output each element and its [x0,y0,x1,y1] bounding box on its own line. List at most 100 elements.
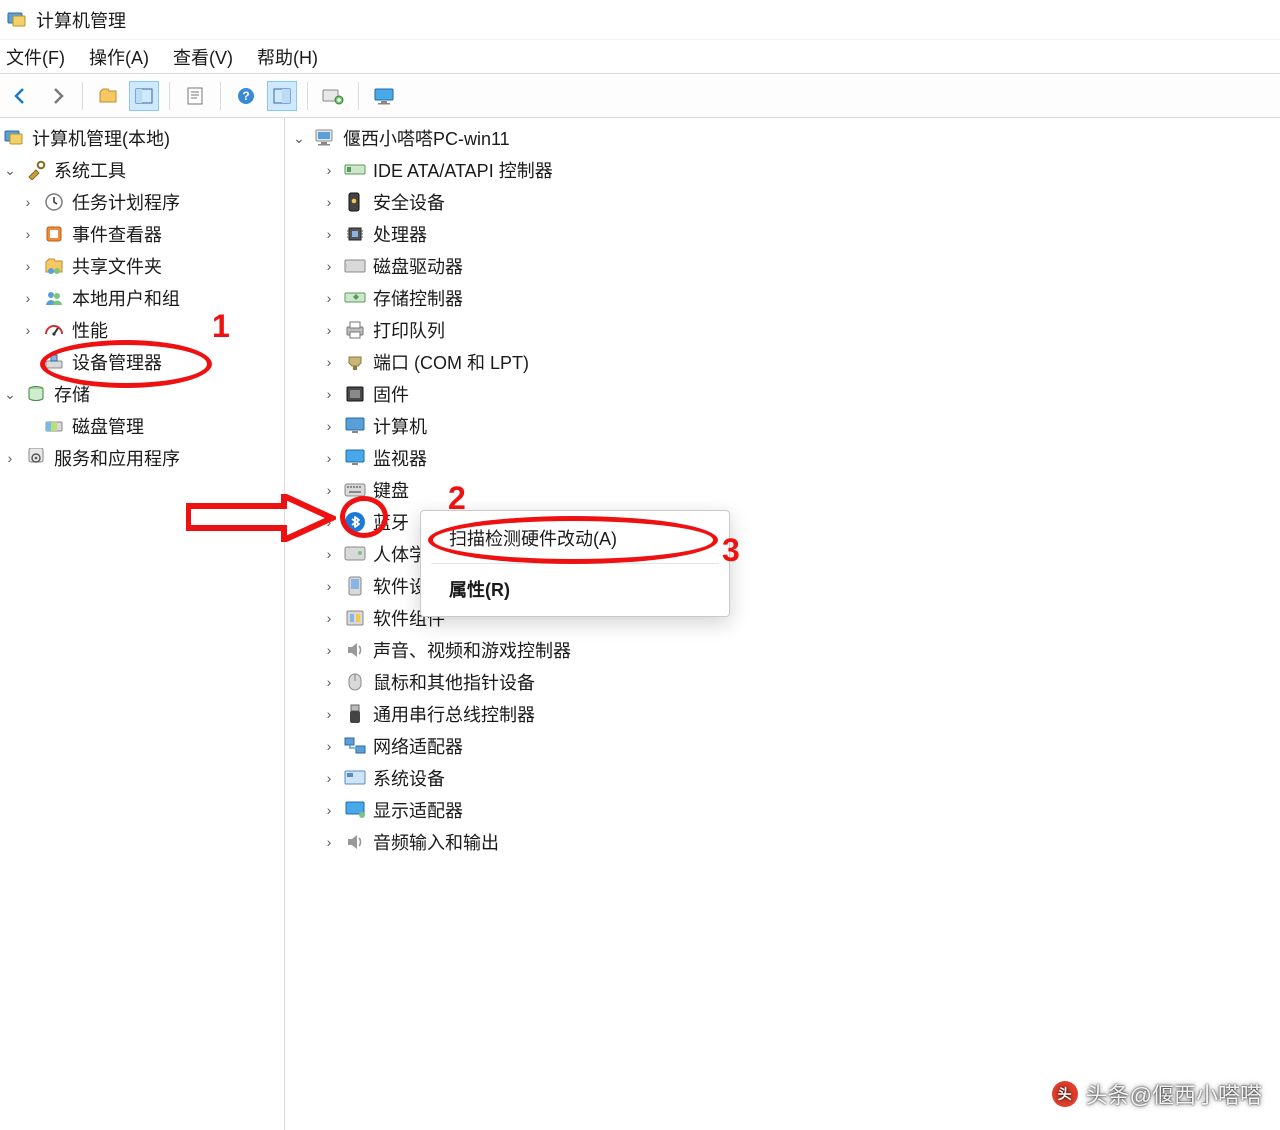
device-monitors[interactable]: › 监视器 [285,442,1280,474]
monitor-icon [343,446,367,470]
tree-performance[interactable]: › 性能 [0,314,284,346]
device-system-devices[interactable]: › 系统设备 [285,762,1280,794]
mouse-icon [343,670,367,694]
security-device-icon [343,190,367,214]
ctx-scan-hardware[interactable]: 扫描检测硬件改动(A) [421,517,729,559]
toolbar-sep-4 [307,82,308,110]
chevron-right-icon: › [321,770,337,786]
chevron-right-icon: › [321,386,337,402]
toolbar-forward[interactable] [42,81,72,111]
device-root[interactable]: ⌄ 偃西小嗒嗒PC-win11 [285,122,1280,154]
tree-task-scheduler[interactable]: › 任务计划程序 [0,186,284,218]
tree-shared-folders[interactable]: › 共享文件夹 [0,250,284,282]
chevron-right-icon: › [321,834,337,850]
device-display-adapters[interactable]: › 显示适配器 [285,794,1280,826]
services-icon [24,446,48,470]
cpu-icon [343,222,367,246]
storage-controller-icon [343,286,367,310]
toolbar-up[interactable] [93,81,123,111]
watermark: 头 头条@偃西小嗒嗒 [1052,1078,1262,1110]
disk-drive-icon [343,254,367,278]
computer-icon [343,414,367,438]
device-disk-drives[interactable]: › 磁盘驱动器 [285,250,1280,282]
chevron-right-icon: › [20,258,36,274]
firmware-icon [343,382,367,406]
chevron-right-icon: › [321,482,337,498]
device-security[interactable]: › 安全设备 [285,186,1280,218]
toolbar-scan-hardware[interactable] [318,81,348,111]
device-manager-icon [42,350,66,374]
device-print-queues[interactable]: › 打印队列 [285,314,1280,346]
toolbar-back[interactable] [6,81,36,111]
ports-icon [343,350,367,374]
chevron-right-icon: › [321,162,337,178]
device-computer[interactable]: › 计算机 [285,410,1280,442]
performance-icon [42,318,66,342]
tree-disk-management[interactable]: › 磁盘管理 [0,410,284,442]
chevron-right-icon: › [321,322,337,338]
toolbar-monitor[interactable] [369,81,399,111]
chevron-right-icon: › [321,578,337,594]
chevron-right-icon: › [321,642,337,658]
audio-io-icon [343,830,367,854]
ide-icon [343,158,367,182]
toolbar-refresh[interactable] [267,81,297,111]
svg-text:?: ? [242,89,249,103]
ctx-properties[interactable]: 属性(R) [421,568,729,610]
menu-file[interactable]: 文件(F) [6,44,65,70]
window-title: 计算机管理 [36,7,126,33]
toolbar-sep-2 [169,82,170,110]
disk-management-icon [42,414,66,438]
watermark-text: 头条@偃西小嗒嗒 [1086,1078,1262,1110]
device-keyboards[interactable]: › 键盘 [285,474,1280,506]
device-processors[interactable]: › 处理器 [285,218,1280,250]
device-sound[interactable]: › 声音、视频和游戏控制器 [285,634,1280,666]
chevron-right-icon: › [2,450,18,466]
toolbar: ? [0,74,1280,118]
users-icon [42,286,66,310]
tree-event-viewer[interactable]: › 事件查看器 [0,218,284,250]
tree-local-users[interactable]: › 本地用户和组 [0,282,284,314]
device-ide[interactable]: › IDE ATA/ATAPI 控制器 [285,154,1280,186]
menu-help[interactable]: 帮助(H) [257,44,318,70]
tree-system-tools[interactable]: ⌄ 系统工具 [0,154,284,186]
tree-root-label: 计算机管理(本地) [32,125,170,151]
bluetooth-icon [343,510,367,534]
system-devices-icon [343,766,367,790]
titlebar: 计算机管理 [0,0,1280,40]
chevron-right-icon: › [321,802,337,818]
chevron-right-icon: › [321,418,337,434]
tree-root-local[interactable]: 计算机管理(本地) [0,122,284,154]
left-pane: 计算机管理(本地) ⌄ 系统工具 › 任务计划程序 › [0,118,285,1130]
printer-icon [343,318,367,342]
context-menu: 扫描检测硬件改动(A) 属性(R) [420,510,730,617]
tree-services-apps[interactable]: › 服务和应用程序 [0,442,284,474]
pc-icon [313,126,337,150]
chevron-right-icon: › [20,194,36,210]
tree-device-manager[interactable]: › 设备管理器 [0,346,284,378]
device-storage-controllers[interactable]: › 存储控制器 [285,282,1280,314]
tree-storage[interactable]: ⌄ 存储 [0,378,284,410]
toolbar-showhide-tree[interactable] [129,81,159,111]
device-ports[interactable]: › 端口 (COM 和 LPT) [285,346,1280,378]
menu-view[interactable]: 查看(V) [173,44,233,70]
keyboard-icon [343,478,367,502]
chevron-right-icon: › [321,194,337,210]
chevron-right-icon: › [321,738,337,754]
chevron-right-icon: › [321,674,337,690]
device-network[interactable]: › 网络适配器 [285,730,1280,762]
device-mice[interactable]: › 鼠标和其他指针设备 [285,666,1280,698]
device-firmware[interactable]: › 固件 [285,378,1280,410]
chevron-right-icon: › [321,258,337,274]
chevron-right-icon: › [321,226,337,242]
toolbar-sep-5 [358,82,359,110]
chevron-right-icon: › [321,610,337,626]
menu-action[interactable]: 操作(A) [89,44,149,70]
chevron-down-icon: ⌄ [291,130,307,147]
chevron-right-icon: › [321,546,337,562]
device-usb[interactable]: › 通用串行总线控制器 [285,698,1280,730]
toolbar-help[interactable]: ? [231,81,261,111]
toolbar-properties[interactable] [180,81,210,111]
device-audio-io[interactable]: › 音频输入和输出 [285,826,1280,858]
menubar: 文件(F) 操作(A) 查看(V) 帮助(H) [0,40,1280,74]
